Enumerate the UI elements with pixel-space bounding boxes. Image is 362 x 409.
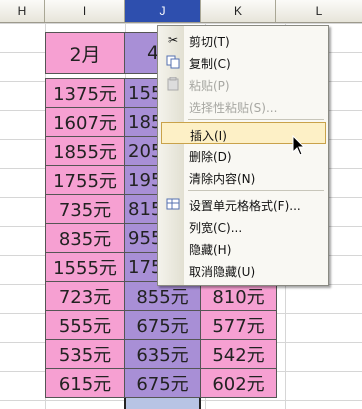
cell-k[interactable]: 542元 — [200, 339, 277, 369]
menu-item-copy[interactable]: 复制(C) — [161, 51, 326, 73]
menu-item-delete-label: 删除(D) — [189, 150, 232, 164]
column-header-bar: H I J K L — [0, 0, 362, 23]
column-header-j[interactable]: J — [125, 0, 201, 22]
menu-item-format-cells[interactable]: 设置单元格格式(F)... — [161, 193, 326, 215]
menu-item-hide-label: 隐藏(H) — [189, 243, 232, 257]
cell-j[interactable]: 635元 — [124, 339, 201, 369]
menu-item-paste-special-label: 选择性粘贴(S)... — [189, 101, 278, 115]
menu-item-clear-contents-label: 清除内容(N) — [189, 172, 256, 186]
paste-icon — [165, 76, 181, 92]
cell-i[interactable]: 723元 — [45, 281, 125, 311]
cell-i[interactable]: 1555元 — [45, 252, 125, 282]
menu-item-insert-label: 插入(I) — [190, 129, 227, 143]
menu-item-unhide[interactable]: 取消隐藏(U) — [161, 259, 326, 281]
menu-item-unhide-label: 取消隐藏(U) — [189, 265, 256, 279]
cell-i[interactable]: 1375元 — [45, 78, 125, 108]
cell-i[interactable]: 1855元 — [45, 136, 125, 166]
menu-item-hide[interactable]: 隐藏(H) — [161, 237, 326, 259]
cell-j[interactable]: 675元 — [124, 310, 201, 340]
column-header-h[interactable]: H — [0, 0, 45, 22]
format-cells-icon — [165, 196, 181, 212]
column-header-l[interactable]: L — [276, 0, 362, 22]
selected-column-overflow — [124, 398, 201, 409]
menu-item-paste-label: 粘贴(P) — [189, 79, 230, 93]
cell-j[interactable]: 675元 — [124, 368, 201, 398]
menu-item-column-width[interactable]: 列宽(C)... — [161, 215, 326, 237]
cell-i[interactable]: 555元 — [45, 310, 125, 340]
menu-separator — [188, 119, 324, 120]
menu-item-cut-label: 剪切(T) — [189, 35, 230, 49]
cell-i[interactable]: 835元 — [45, 223, 125, 253]
menu-item-paste-special[interactable]: 选择性粘贴(S)... — [161, 95, 326, 117]
cell-k[interactable]: 602元 — [200, 368, 277, 398]
scissors-icon: ✂ — [167, 33, 179, 47]
cell-i[interactable]: 535元 — [45, 339, 125, 369]
menu-item-paste[interactable]: 粘贴(P) — [161, 73, 326, 95]
copy-icon — [165, 54, 181, 70]
cell-i[interactable]: 1755元 — [45, 165, 125, 195]
menu-item-column-width-label: 列宽(C)... — [189, 221, 243, 235]
column-header-i[interactable]: I — [45, 0, 125, 22]
cell-i[interactable]: 615元 — [45, 368, 125, 398]
menu-item-copy-label: 复制(C) — [189, 57, 231, 71]
cell-i[interactable]: 735元 — [45, 194, 125, 224]
mouse-cursor-icon — [292, 135, 306, 156]
menu-separator — [188, 190, 324, 191]
menu-item-cut[interactable]: ✂ 剪切(T) — [161, 29, 326, 51]
menu-item-clear-contents[interactable]: 清除内容(N) — [161, 166, 326, 188]
cell-i-header[interactable]: 2月 — [45, 32, 125, 74]
cell-k[interactable]: 577元 — [200, 310, 277, 340]
column-header-k[interactable]: K — [201, 0, 276, 22]
menu-item-format-cells-label: 设置单元格格式(F)... — [189, 199, 301, 213]
cell-i[interactable]: 1607元 — [45, 107, 125, 137]
